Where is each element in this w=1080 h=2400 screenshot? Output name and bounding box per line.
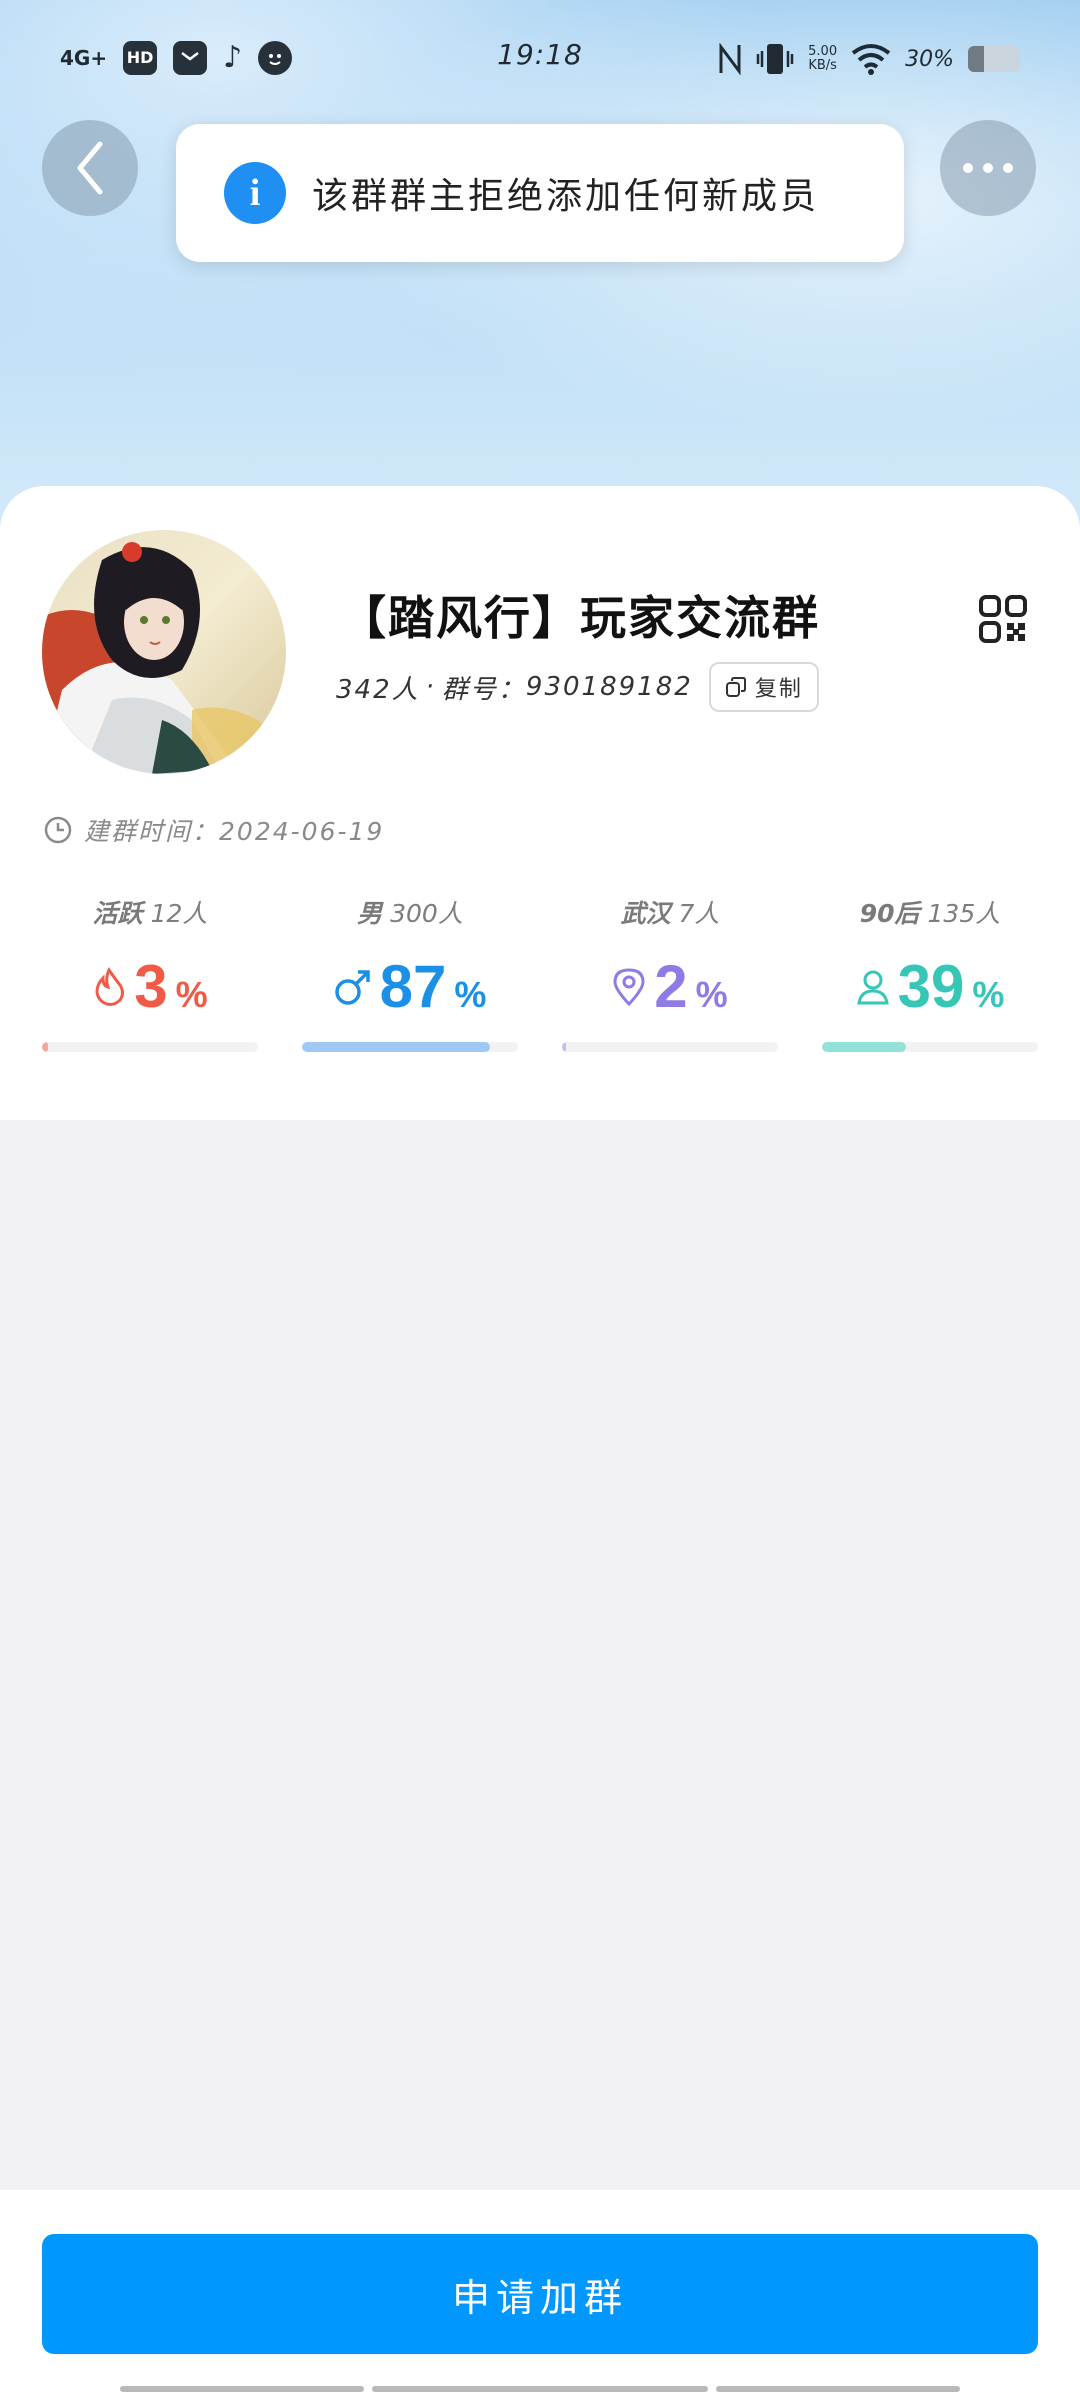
nav-indicator-left: [120, 2386, 364, 2392]
stat-age-bar: [822, 1042, 907, 1052]
vibrate-icon: [756, 44, 794, 74]
clock-icon: [44, 816, 72, 844]
more-icon: [963, 163, 1013, 173]
group-meta: 342人 · 群号： 930189182 复制: [336, 662, 819, 712]
battery-icon: [968, 46, 1020, 72]
chevron-left-icon: [77, 141, 103, 195]
toast-message: 该群群主拒绝添加任何新成员: [312, 176, 820, 217]
network-speed: 5.00 KB/s: [808, 44, 838, 73]
copy-icon: [725, 677, 746, 697]
stat-male-bar: [302, 1042, 490, 1052]
group-number: 930189182: [525, 672, 693, 702]
member-stats: 活跃 12人 3% 男 300人 87% 武汉 7人 2% 90后 135人 3…: [0, 894, 1080, 1064]
member-count: 342人: [336, 674, 420, 705]
stat-active: 活跃 12人 3%: [42, 894, 258, 1052]
group-number-label: 群号：: [441, 674, 526, 705]
created-date-row: 建群时间：2024-06-19: [44, 812, 384, 848]
stat-location-bar: [562, 1042, 567, 1052]
qr-code-icon[interactable]: [978, 594, 1028, 644]
stat-active-bar: [42, 1042, 49, 1052]
group-name: 【踏风行】玩家交流群: [340, 591, 820, 645]
more-button[interactable]: [940, 120, 1036, 216]
info-icon: i: [224, 162, 286, 224]
toast-notification: i 该群群主拒绝添加任何新成员: [176, 124, 904, 262]
stat-location: 武汉 7人 2%: [562, 894, 778, 1052]
stat-age: 90后 135人 39%: [822, 894, 1038, 1052]
copy-label: 复制: [754, 677, 803, 702]
nav-indicator-right: [716, 2386, 960, 2392]
male-icon: [334, 970, 370, 1005]
copy-button[interactable]: 复制: [708, 662, 819, 712]
nfc-icon: [719, 43, 741, 75]
nav-indicator-center: [372, 2386, 708, 2392]
created-label: 建群时间：: [84, 817, 220, 846]
join-group-button[interactable]: 申请加群: [42, 2234, 1038, 2354]
stat-male: 男 300人 87%: [302, 894, 518, 1052]
meta-separator: ·: [425, 672, 436, 702]
group-avatar[interactable]: [42, 530, 286, 774]
status-bar: 4G+ HD ♪ 19:18 5.00 KB/s 30%: [0, 0, 1080, 120]
location-pin-icon: [613, 968, 645, 1007]
person-icon: [856, 970, 889, 1005]
back-button[interactable]: [42, 120, 138, 216]
group-info-card: 【踏风行】玩家交流群 342人 · 群号： 930189182 复制 建群时间：…: [0, 486, 1080, 1120]
bottom-bar: 申请加群: [0, 2190, 1080, 2400]
battery-percent: 30%: [905, 46, 954, 72]
wifi-icon: [851, 44, 891, 75]
created-date: 2024-06-19: [219, 817, 385, 846]
flame-icon: [95, 967, 125, 1006]
